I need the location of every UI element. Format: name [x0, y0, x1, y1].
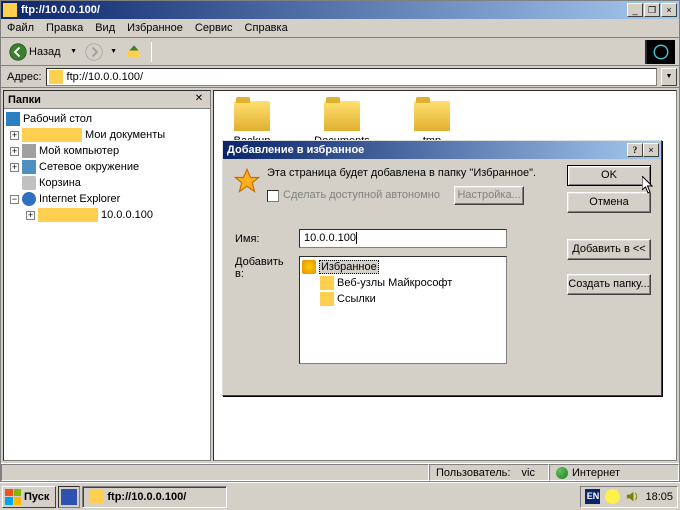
- status-user: Пользователь: vic: [429, 464, 549, 481]
- expand-icon[interactable]: +: [26, 211, 35, 220]
- favorites-tree[interactable]: Избранное Веб-узлы Майкрософт Ссылки: [299, 256, 507, 364]
- menubar: Файл Правка Вид Избранное Сервис Справка: [1, 19, 679, 38]
- cancel-button[interactable]: Отмена: [567, 192, 651, 213]
- forward-button[interactable]: [83, 41, 105, 63]
- star-icon: [233, 167, 261, 195]
- folders-panel: Папки ✕ Рабочий стол +Мои документы +Мой…: [3, 90, 211, 461]
- brand-logo: [645, 40, 675, 64]
- statusbar: Пользователь: vic Интернет: [1, 463, 679, 481]
- folder-icon: [22, 128, 82, 142]
- folder-icon: [89, 490, 103, 504]
- tree-mycomp[interactable]: +Мой компьютер: [6, 143, 208, 159]
- dialog-titlebar[interactable]: Добавление в избранное ? ×: [223, 141, 661, 159]
- favorites-icon: [302, 260, 316, 274]
- window-title: ftp://10.0.0.100/: [21, 4, 627, 16]
- menu-favorites[interactable]: Избранное: [127, 22, 183, 34]
- customize-button: Настройка...: [454, 186, 524, 205]
- panel-title: Папки: [8, 94, 192, 106]
- expand-icon[interactable]: +: [10, 131, 19, 140]
- fav-root[interactable]: Избранное: [302, 259, 504, 275]
- offline-label: Сделать доступной автономно: [283, 189, 440, 202]
- menu-file[interactable]: Файл: [7, 22, 34, 34]
- tree-desktop[interactable]: Рабочий стол: [6, 111, 208, 127]
- expand-icon[interactable]: +: [10, 163, 19, 172]
- folder-icon: [234, 101, 270, 131]
- titlebar[interactable]: ftp://10.0.0.100/ _ ❐ ×: [1, 1, 679, 19]
- status-main: [1, 464, 429, 481]
- menu-view[interactable]: Вид: [95, 22, 115, 34]
- network-icon: [22, 160, 36, 174]
- name-input[interactable]: 10.0.0.100​: [299, 229, 507, 248]
- folder-icon: [414, 101, 450, 131]
- add-favorite-dialog: Добавление в избранное ? × Эта страница …: [222, 140, 662, 396]
- menu-help[interactable]: Справка: [245, 22, 288, 34]
- folder-icon: [320, 292, 334, 306]
- tray-icon[interactable]: [605, 489, 620, 504]
- menu-edit[interactable]: Правка: [46, 22, 83, 34]
- taskbar-item[interactable]: ftp://10.0.0.100/: [82, 486, 227, 508]
- language-indicator[interactable]: EN: [585, 489, 600, 504]
- name-label: Имя:: [235, 233, 291, 245]
- save-icon[interactable]: [61, 489, 77, 505]
- address-dropdown[interactable]: ▼: [661, 68, 677, 86]
- taskbar: Пуск ftp://10.0.0.100/ EN 18:05: [0, 482, 680, 510]
- folder-icon: [3, 3, 17, 17]
- windows-logo-icon: [5, 489, 21, 505]
- close-button[interactable]: ×: [643, 143, 659, 157]
- computer-icon: [22, 144, 36, 158]
- collapse-icon[interactable]: −: [10, 195, 19, 204]
- tree-mydocs[interactable]: +Мои документы: [6, 127, 208, 143]
- dialog-title: Добавление в избранное: [225, 144, 627, 156]
- desktop-icon: [6, 112, 20, 126]
- system-tray: EN 18:05: [580, 486, 678, 508]
- toolbar: Назад ▼ ▼: [1, 38, 679, 66]
- volume-icon[interactable]: [625, 489, 640, 504]
- back-label: Назад: [29, 46, 61, 58]
- folder-icon: [320, 276, 334, 290]
- panel-close-button[interactable]: ✕: [192, 93, 206, 107]
- tree-nethood[interactable]: +Сетевое окружение: [6, 159, 208, 175]
- quick-launch: [58, 486, 80, 508]
- close-button[interactable]: ×: [661, 3, 677, 17]
- status-zone: Интернет: [549, 464, 679, 481]
- tree-ftp[interactable]: +10.0.0.100: [6, 207, 208, 223]
- addto-toggle-button[interactable]: Добавить в <<: [567, 239, 651, 260]
- clock[interactable]: 18:05: [645, 491, 673, 503]
- tree-ie[interactable]: −Internet Explorer: [6, 191, 208, 207]
- forward-dropdown[interactable]: ▼: [109, 41, 119, 63]
- help-button[interactable]: ?: [627, 143, 643, 157]
- offline-checkbox: [267, 190, 279, 202]
- tree-trash[interactable]: Корзина: [6, 175, 208, 191]
- minimize-button[interactable]: _: [627, 3, 643, 17]
- folder-tree[interactable]: Рабочий стол +Мои документы +Мой компьют…: [4, 109, 210, 460]
- up-button[interactable]: [123, 41, 145, 63]
- restore-button[interactable]: ❐: [644, 3, 660, 17]
- menu-tools[interactable]: Сервис: [195, 22, 233, 34]
- address-label: Адрес:: [7, 71, 42, 83]
- address-value: ftp://10.0.0.100/: [67, 71, 143, 83]
- folder-icon: [49, 70, 63, 84]
- globe-icon: [556, 467, 568, 479]
- fav-item[interactable]: Веб-узлы Майкрософт: [302, 275, 504, 291]
- fav-item[interactable]: Ссылки: [302, 291, 504, 307]
- folder-icon: [324, 101, 360, 131]
- folder-icon: [38, 208, 98, 222]
- address-input[interactable]: ftp://10.0.0.100/: [46, 68, 657, 86]
- back-dropdown[interactable]: ▼: [69, 41, 79, 63]
- new-folder-button[interactable]: Создать папку...: [567, 274, 651, 295]
- ok-button[interactable]: OK: [567, 165, 651, 186]
- addto-label: Добавить в:: [235, 256, 291, 280]
- trash-icon: [22, 176, 36, 190]
- expand-icon[interactable]: +: [10, 147, 19, 156]
- start-button[interactable]: Пуск: [2, 486, 56, 508]
- addressbar: Адрес: ftp://10.0.0.100/ ▼: [1, 66, 679, 88]
- ie-icon: [22, 192, 36, 206]
- back-button[interactable]: Назад: [5, 41, 65, 63]
